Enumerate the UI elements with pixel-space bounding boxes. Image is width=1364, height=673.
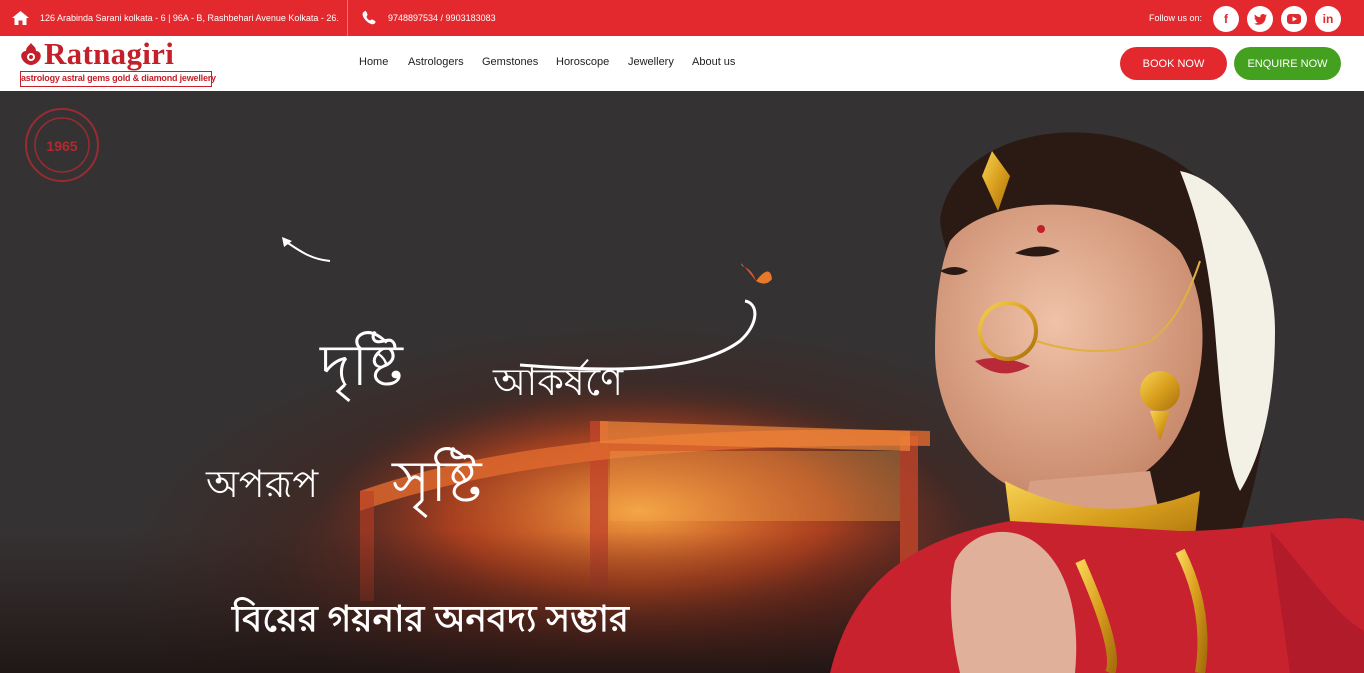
linkedin-icon[interactable]: in: [1315, 6, 1341, 32]
home-icon: [12, 11, 29, 25]
address-text: 126 Arabinda Sarani kolkata - 6 | 96A - …: [40, 13, 339, 23]
enquire-now-button[interactable]: ENQUIRE NOW: [1234, 47, 1341, 80]
nav-about-us[interactable]: About us: [692, 56, 735, 68]
hero-headline-word-3: অপরূপ: [206, 464, 319, 506]
since-1965-seal: 1965: [46, 138, 78, 154]
follow-us-label: Follow us on:: [1149, 13, 1203, 23]
ratnagiri-logo[interactable]: Ratnagiri astrology astral gems gold & d…: [20, 36, 216, 90]
phone-icon: [362, 10, 376, 25]
topbar-divider: [347, 0, 348, 36]
facebook-icon[interactable]: f: [1213, 6, 1239, 32]
top-bar: 126 Arabinda Sarani kolkata - 6 | 96A - …: [0, 0, 1364, 36]
hero-background-art: [0, 108, 1364, 673]
hero-headline-word-4: সৃষ্টি: [392, 449, 482, 514]
logo-wordmark: Ratnagiri: [44, 36, 175, 71]
nav-gemstones[interactable]: Gemstones: [482, 56, 538, 68]
hero-banner[interactable]: 1965 দৃষ্টি আকর্ষণে অপরূপ সৃষ্টি বিয়ের …: [0, 91, 1364, 673]
twitter-icon[interactable]: [1247, 6, 1273, 32]
logo-emblem-icon: [21, 43, 41, 65]
nav-home[interactable]: Home: [359, 56, 388, 68]
book-now-button[interactable]: BOOK NOW: [1120, 47, 1227, 80]
hero-headline-word-2: আকর্ষণে: [493, 362, 624, 404]
nav-horoscope[interactable]: Horoscope: [556, 56, 609, 68]
logo-tagline: astrology astral gems gold & diamond jew…: [20, 71, 216, 87]
hero-headline-word-1: দৃষ্টি: [320, 333, 404, 398]
main-header: Ratnagiri astrology astral gems gold & d…: [0, 36, 1364, 91]
phone-text[interactable]: 9748897534 / 9903183083: [388, 13, 496, 23]
nav-jewellery[interactable]: Jewellery: [628, 56, 674, 68]
nav-astrologers[interactable]: Astrologers: [408, 56, 464, 68]
hero-subheadline: বিয়ের গয়নার অনবদ্য সম্ভার: [232, 598, 629, 639]
youtube-icon[interactable]: [1281, 6, 1307, 32]
